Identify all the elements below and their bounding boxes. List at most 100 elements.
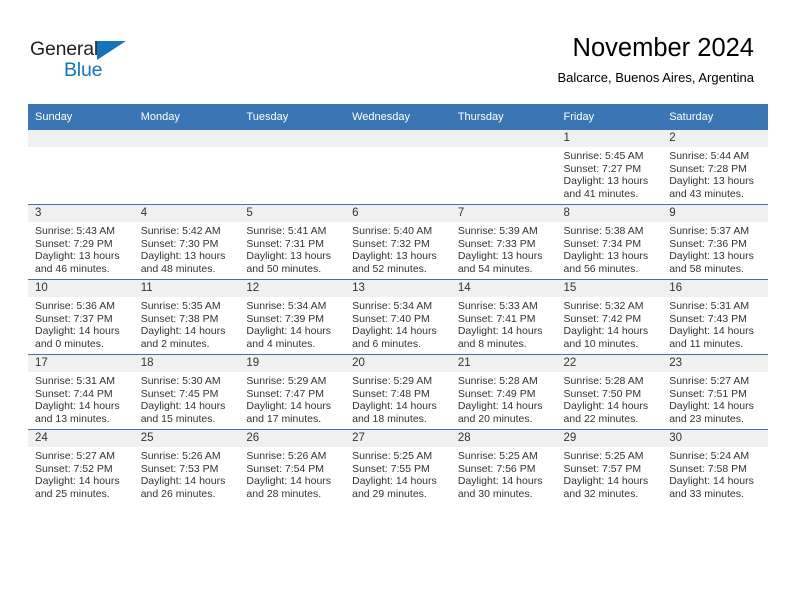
sunset-text: Sunset: 7:54 PM xyxy=(246,462,325,475)
calendar-day-cell[interactable]: 14 Sunrise: 5:33 AM Sunset: 7:41 PM Dayligh… xyxy=(450,279,557,355)
day-number: 2 xyxy=(662,130,768,147)
daylight-text-line1: Daylight: 14 hours xyxy=(35,475,120,488)
sunrise-text: Sunrise: 5:25 AM xyxy=(352,450,433,462)
calendar-day-cell[interactable]: 29 Sunrise: 5:25 AM Sunset: 7:57 PM Dayligh… xyxy=(556,429,663,504)
daylight-text-line2: and 52 minutes. xyxy=(352,262,427,275)
daylight-text-line2: and 2 minutes. xyxy=(140,337,210,350)
calendar-day-cell[interactable]: 13 Sunrise: 5:34 AM Sunset: 7:40 PM Dayligh… xyxy=(345,279,451,355)
calendar-day-cell[interactable]: 27 Sunrise: 5:25 AM Sunset: 7:55 PM Dayligh… xyxy=(345,429,451,504)
sunrise-text: Sunrise: 5:26 AM xyxy=(246,450,327,462)
sunset-text: Sunset: 7:33 PM xyxy=(457,237,536,250)
daylight-text-line1: Daylight: 14 hours xyxy=(669,400,754,413)
calendar-day-cell[interactable]: 20 Sunrise: 5:29 AM Sunset: 7:48 PM Dayligh… xyxy=(345,354,451,430)
sunrise-text: Sunrise: 5:36 AM xyxy=(35,300,115,312)
day-details: Sunrise: 5:42 AM Sunset: 7:30 PM Daylight:… xyxy=(134,222,240,275)
day-number: 17 xyxy=(28,355,134,372)
day-details: Sunrise: 5:39 AM Sunset: 7:33 PM Daylight:… xyxy=(451,222,557,275)
sunrise-text: Sunrise: 5:28 AM xyxy=(563,375,644,387)
daylight-text-line2: and 46 minutes. xyxy=(35,262,110,275)
daylight-text-line2: and 54 minutes. xyxy=(457,262,533,275)
sunrise-text: Sunrise: 5:44 AM xyxy=(669,150,750,162)
calendar-day-cell[interactable]: 17 Sunrise: 5:31 AM Sunset: 7:44 PM Dayligh… xyxy=(28,354,134,430)
calendar-day-cell[interactable]: 1 Sunrise: 5:45 AM Sunset: 7:27 PM Daylight… xyxy=(556,129,663,205)
day-details: Sunrise: 5:25 AM Sunset: 7:55 PM Daylight:… xyxy=(345,447,451,500)
calendar-day-cell[interactable]: 28 Sunrise: 5:25 AM Sunset: 7:56 PM Dayligh… xyxy=(450,429,557,504)
sunset-text: Sunset: 7:50 PM xyxy=(563,387,642,400)
calendar-day-cell[interactable]: 22 Sunrise: 5:28 AM Sunset: 7:50 PM Dayligh… xyxy=(556,354,663,430)
calendar-day-cell[interactable]: 10 Sunrise: 5:36 AM Sunset: 7:37 PM Dayligh… xyxy=(28,279,134,355)
calendar-day-cell[interactable]: 23 Sunrise: 5:27 AM Sunset: 7:51 PM Dayligh… xyxy=(662,354,768,430)
sunrise-text: Sunrise: 5:34 AM xyxy=(352,300,433,312)
daylight-text-line2: and 10 minutes. xyxy=(563,337,639,350)
calendar-day-cell[interactable]: 3 Sunrise: 5:43 AM Sunset: 7:29 PM Daylight… xyxy=(28,204,134,280)
calendar-day-cell[interactable]: 11 Sunrise: 5:35 AM Sunset: 7:38 PM Dayligh… xyxy=(133,279,240,355)
day-number xyxy=(239,130,346,147)
day-number: 13 xyxy=(345,280,451,297)
daylight-text-line1: Daylight: 13 hours xyxy=(352,250,437,263)
sunrise-text: Sunrise: 5:31 AM xyxy=(669,300,750,312)
generalblue-logo[interactable]: General Blue xyxy=(30,38,150,84)
daylight-text-line1: Daylight: 13 hours xyxy=(563,250,649,263)
daylight-text-line2: and 28 minutes. xyxy=(246,487,322,500)
calendar-day-cell[interactable]: 16 Sunrise: 5:31 AM Sunset: 7:43 PM Dayligh… xyxy=(662,279,768,355)
day-number xyxy=(450,130,557,147)
calendar-body: 1 Sunrise: 5:45 AM Sunset: 7:27 PM Daylight… xyxy=(28,129,768,504)
daylight-text-line2: and 18 minutes. xyxy=(352,412,427,425)
sunrise-text: Sunrise: 5:37 AM xyxy=(669,225,750,237)
daylight-text-line1: Daylight: 13 hours xyxy=(457,250,543,263)
weekday-header-sunday: Sunday xyxy=(28,104,134,130)
calendar-day-cell[interactable]: 7 Sunrise: 5:39 AM Sunset: 7:33 PM Daylight… xyxy=(450,204,557,280)
sunset-text: Sunset: 7:52 PM xyxy=(35,462,113,475)
daylight-text-line2: and 0 minutes. xyxy=(35,337,104,350)
sunrise-text: Sunrise: 5:25 AM xyxy=(563,450,644,462)
sunrise-text: Sunrise: 5:45 AM xyxy=(563,150,644,162)
sunrise-text: Sunrise: 5:27 AM xyxy=(669,375,750,387)
calendar-day-cell[interactable]: 25 Sunrise: 5:26 AM Sunset: 7:53 PM Dayligh… xyxy=(133,429,240,504)
daylight-text-line2: and 4 minutes. xyxy=(246,337,316,350)
sunrise-text: Sunrise: 5:31 AM xyxy=(35,375,115,387)
calendar-day-cell[interactable]: 30 Sunrise: 5:24 AM Sunset: 7:58 PM Dayligh… xyxy=(662,429,768,504)
calendar-day-cell[interactable]: 19 Sunrise: 5:29 AM Sunset: 7:47 PM Dayligh… xyxy=(239,354,346,430)
sunrise-text: Sunrise: 5:32 AM xyxy=(563,300,644,312)
calendar-day-cell[interactable]: 24 Sunrise: 5:27 AM Sunset: 7:52 PM Dayligh… xyxy=(28,429,134,504)
calendar-day-cell[interactable]: 4 Sunrise: 5:42 AM Sunset: 7:30 PM Daylight… xyxy=(133,204,240,280)
daylight-text-line1: Daylight: 14 hours xyxy=(246,325,332,338)
weekday-header-saturday: Saturday xyxy=(662,104,768,130)
day-details: Sunrise: 5:29 AM Sunset: 7:47 PM Daylight:… xyxy=(239,372,345,425)
daylight-text-line1: Daylight: 14 hours xyxy=(563,325,649,338)
sunset-text: Sunset: 7:51 PM xyxy=(669,387,747,400)
day-details: Sunrise: 5:41 AM Sunset: 7:31 PM Daylight:… xyxy=(239,222,345,275)
daylight-text-line1: Daylight: 14 hours xyxy=(563,475,649,488)
sunset-text: Sunset: 7:32 PM xyxy=(352,237,430,250)
calendar-day-cell[interactable]: 12 Sunrise: 5:34 AM Sunset: 7:39 PM Dayligh… xyxy=(239,279,346,355)
sunrise-text: Sunrise: 5:39 AM xyxy=(457,225,538,237)
page-header: General Blue November 2024 Balcarce, Bue… xyxy=(0,0,792,104)
calendar-day-cell[interactable]: 8 Sunrise: 5:38 AM Sunset: 7:34 PM Daylight… xyxy=(556,204,663,280)
calendar-day-cell-empty xyxy=(345,129,451,205)
logo-triangle-icon xyxy=(97,41,126,60)
calendar-day-cell[interactable]: 6 Sunrise: 5:40 AM Sunset: 7:32 PM Daylight… xyxy=(345,204,451,280)
sunset-text: Sunset: 7:48 PM xyxy=(352,387,430,400)
day-number: 27 xyxy=(345,430,451,447)
daylight-text-line2: and 20 minutes. xyxy=(457,412,533,425)
daylight-text-line1: Daylight: 14 hours xyxy=(352,400,437,413)
sunset-text: Sunset: 7:27 PM xyxy=(563,162,642,175)
calendar-day-cell[interactable]: 9 Sunrise: 5:37 AM Sunset: 7:36 PM Daylight… xyxy=(662,204,768,280)
calendar-day-cell[interactable]: 21 Sunrise: 5:28 AM Sunset: 7:49 PM Dayligh… xyxy=(450,354,557,430)
day-details: Sunrise: 5:25 AM Sunset: 7:57 PM Daylight:… xyxy=(557,447,663,500)
daylight-text-line1: Daylight: 13 hours xyxy=(669,175,754,188)
calendar-day-cell[interactable]: 18 Sunrise: 5:30 AM Sunset: 7:45 PM Dayligh… xyxy=(133,354,240,430)
daylight-text-line1: Daylight: 14 hours xyxy=(246,475,332,488)
logo-text-general: General xyxy=(30,38,98,60)
calendar-week-row: 1 Sunrise: 5:45 AM Sunset: 7:27 PM Daylight… xyxy=(28,129,768,205)
daylight-text-line2: and 30 minutes. xyxy=(457,487,533,500)
daylight-text-line1: Daylight: 14 hours xyxy=(246,400,332,413)
calendar-day-cell[interactable]: 5 Sunrise: 5:41 AM Sunset: 7:31 PM Daylight… xyxy=(239,204,346,280)
day-details: Sunrise: 5:28 AM Sunset: 7:49 PM Daylight:… xyxy=(451,372,557,425)
calendar-day-cell[interactable]: 15 Sunrise: 5:32 AM Sunset: 7:42 PM Dayligh… xyxy=(556,279,663,355)
daylight-text-line1: Daylight: 14 hours xyxy=(457,325,543,338)
daylight-text-line1: Daylight: 13 hours xyxy=(35,250,120,263)
calendar-day-cell[interactable]: 26 Sunrise: 5:26 AM Sunset: 7:54 PM Dayligh… xyxy=(239,429,346,504)
calendar-day-cell[interactable]: 2 Sunrise: 5:44 AM Sunset: 7:28 PM Daylight… xyxy=(662,129,768,205)
logo-text-blue: Blue xyxy=(64,59,103,81)
